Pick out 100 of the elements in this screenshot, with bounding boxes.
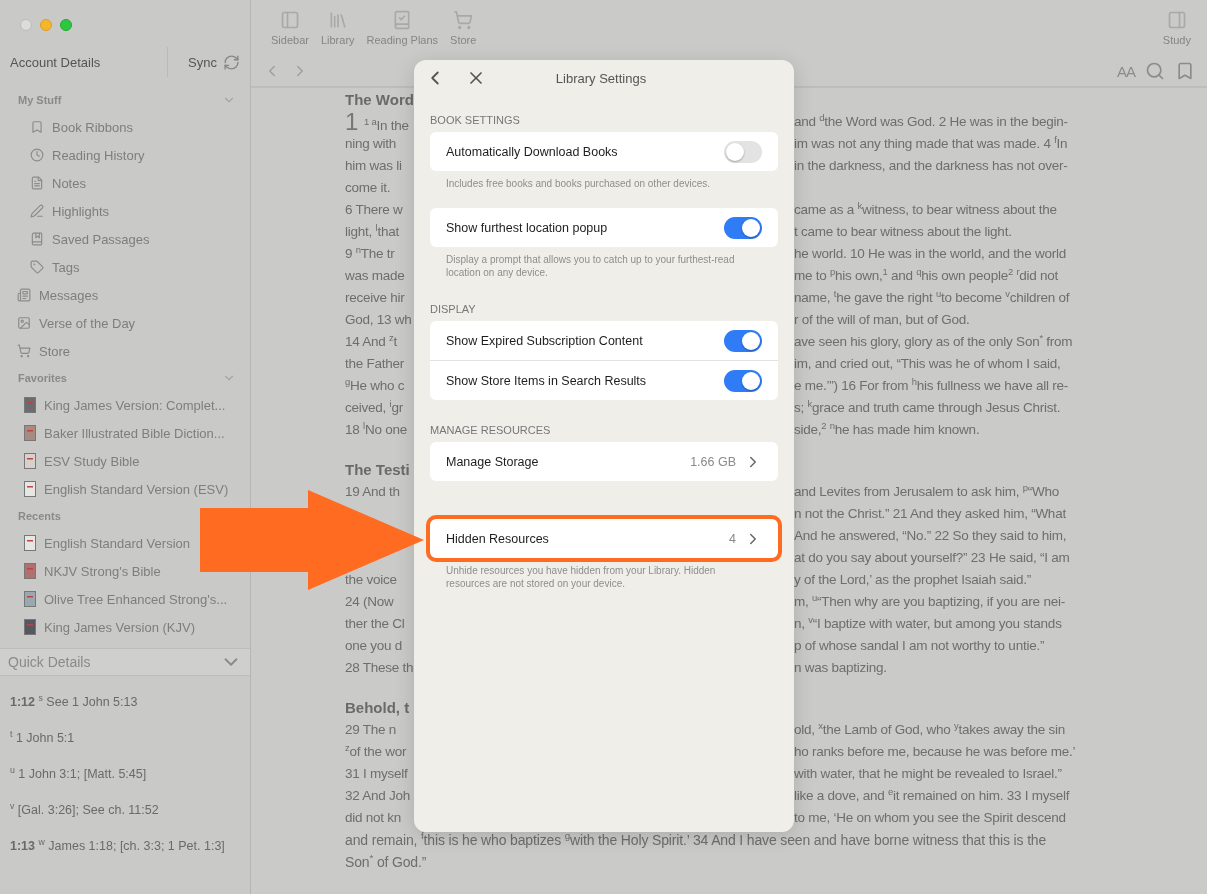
scripture-text: name, $^{t}$he gave the right $^{u}$to become $^{v}$children of — [794, 290, 1070, 305]
scripture-text: ther the Cl — [345, 616, 405, 631]
toolbar-button[interactable]: Library — [314, 10, 361, 46]
book-icon — [30, 232, 44, 246]
toggle-switch[interactable] — [724, 216, 762, 239]
minimize-button[interactable] — [40, 19, 52, 31]
scripture-text: ceived, $^{i}$gr — [345, 400, 403, 415]
sidebar-item[interactable]: Saved Passages — [30, 225, 150, 253]
setting-label: Show Expired Subscription Content — [446, 333, 644, 348]
search-icon[interactable] — [1145, 61, 1165, 81]
toggle-switch[interactable] — [724, 369, 762, 392]
scripture-text: n, $^{v}$“I baptize with water, but among you stands — [794, 616, 1062, 631]
scripture-text: God, 13 wh — [345, 312, 412, 327]
zoom-button[interactable] — [60, 19, 72, 31]
sidebar-item[interactable]: Messages — [17, 281, 99, 309]
image-icon — [17, 316, 31, 330]
bookmark-icon[interactable] — [1175, 61, 1195, 81]
settings-row[interactable]: Hidden Resources 4 — [430, 519, 778, 558]
section-header: DISPLAY — [430, 303, 477, 315]
book-cover-icon — [24, 535, 36, 551]
panel-icon — [1166, 10, 1187, 30]
toolbar-button[interactable]: Sidebar — [265, 10, 315, 46]
sidebar-item[interactable]: King James Version (KJV) — [24, 613, 195, 641]
cross-reference[interactable]: 1:13 $^{w}$ James 1:18; [ch. 3:3; 1 Pet. 1:3] — [10, 836, 240, 856]
scripture-text: $^{1 a}$In the — [364, 118, 409, 133]
scripture-text: 6 There w — [345, 202, 403, 217]
book-cover-icon — [24, 591, 36, 607]
scripture-text: him was li — [345, 158, 402, 173]
sidebar-item[interactable]: Notes — [30, 169, 86, 197]
sidebar-item[interactable]: Book Ribbons — [30, 113, 133, 141]
cross-reference[interactable]: $^{t}$ 1 John 5:1 — [10, 728, 240, 748]
toggle-switch[interactable] — [724, 140, 762, 163]
sidebar-item[interactable]: NKJV Strong's Bible — [24, 557, 161, 585]
section-header: MANAGE RESOURCES — [430, 424, 552, 436]
scripture-text: the Father — [345, 356, 405, 371]
book-cover-icon — [24, 425, 36, 441]
toolbar-button[interactable]: Store — [444, 10, 483, 46]
sidebar-item[interactable]: Highlights — [30, 197, 110, 225]
bookmark-icon — [30, 120, 44, 134]
scripture-text: came as a $^{k}$witness, to bear witness about the — [794, 202, 1057, 217]
toggle-switch[interactable] — [724, 329, 762, 352]
sidebar-item[interactable]: Store — [17, 337, 71, 365]
sidebar-item[interactable]: Reading History — [30, 141, 145, 169]
scripture-text: did not kn — [345, 810, 402, 825]
scripture-text: come it. — [345, 180, 391, 195]
scripture-text: im, and cried out, “This was he of whom I said, — [794, 356, 1061, 371]
scripture-text: old, $^{x}$the Lamb of God, who $^{y}$takes away the sin — [794, 722, 1066, 737]
toolbar-button[interactable]: Study — [1156, 10, 1197, 46]
scripture-text: n not the Christ.” 21 And they asked him, “What — [794, 506, 1066, 521]
section-header: My Stuff — [18, 94, 62, 106]
sidebar-item[interactable]: King James Version: Complet... — [24, 391, 226, 419]
scripture-text: was made — [345, 268, 405, 283]
help-text: Unhide resources you have hidden from your Library. Hidden resources are not stored on your device. — [445, 564, 717, 590]
cross-reference[interactable]: 1:12 $^{s}$ See 1 John 5:13 — [10, 692, 240, 712]
setting-label: Show Store Items in Search Results — [446, 373, 648, 388]
sidebar-item[interactable]: Verse of the Day — [17, 309, 136, 337]
scripture-text: $^{z}$of the wor — [345, 744, 407, 759]
sidebar-item[interactable]: English Standard Version (ESV) — [24, 475, 229, 503]
scripture-text: 29 The n — [345, 722, 397, 737]
account-details-link[interactable]: Account Details — [0, 54, 168, 70]
clock-icon — [30, 148, 44, 162]
scripture-text: side,$^{2}$ $^{n}$he has made him known. — [794, 422, 980, 437]
book-cover-icon — [24, 481, 36, 497]
sidebar-icon — [279, 10, 300, 30]
scripture-text: ning with — [345, 136, 397, 151]
settings-row[interactable]: Manage Storage 1.66 GB — [430, 442, 778, 481]
scripture-text: 28 These th — [345, 660, 414, 675]
section-heading: The Testi — [345, 460, 410, 480]
sidebar-item[interactable]: ESV Study Bible — [24, 447, 140, 475]
scripture-text: n was baptizing. — [794, 660, 887, 675]
section-header: Favorites — [18, 372, 67, 384]
sidebar-item[interactable]: English Standard Version — [24, 529, 190, 557]
book-cover-icon — [24, 453, 36, 469]
cross-reference[interactable]: $^{u}$ 1 John 3:1; [Matt. 5:45] — [10, 764, 240, 784]
cross-reference[interactable]: $^{v}$ [Gal. 3:26]; See ch. 11:52 — [10, 800, 240, 820]
cart-icon — [17, 344, 31, 358]
sync-button[interactable]: Sync — [167, 47, 250, 77]
sidebar-item[interactable]: Tags — [30, 253, 80, 281]
scripture-text: the voice — [345, 572, 397, 587]
sidebar-item[interactable]: Baker Illustrated Bible Diction... — [24, 419, 225, 447]
pen-icon — [30, 204, 44, 218]
scripture-text: 19 And th — [345, 484, 400, 499]
scripture-text: s; $^{k}$grace and truth came through Jesus Christ. — [794, 400, 1061, 415]
setting-label: Automatically Download Books — [446, 144, 619, 159]
dialog-title: Library Settings — [554, 70, 648, 86]
scripture-text: 31 I myself — [345, 766, 408, 781]
section-header: Recents — [18, 510, 61, 522]
scripture-text: 14 And $^{z}$t — [345, 334, 398, 349]
scripture-text: e me.’”) 16 For from $^{h}$his fullness we have all re- — [794, 378, 1069, 393]
sidebar-item[interactable]: Olive Tree Enhanced Strong's... — [24, 585, 228, 613]
scripture-text: y of the Lord,’ as the prophet Isaiah said.” — [794, 572, 1031, 587]
toolbar-button[interactable]: Reading Plans — [360, 10, 445, 46]
newspaper-icon — [17, 288, 31, 302]
scripture-text: with water, that he might be revealed to Israel.” — [794, 766, 1062, 781]
text-size-button[interactable]: AA — [1117, 62, 1135, 80]
book-cover-icon — [24, 397, 36, 413]
sync-icon — [223, 53, 240, 71]
setting-label: Show furthest location popup — [446, 220, 609, 235]
scripture-text: receive hir — [345, 290, 405, 305]
scripture-text: p of whose sandal I am not worthy to untie.” — [794, 638, 1045, 653]
